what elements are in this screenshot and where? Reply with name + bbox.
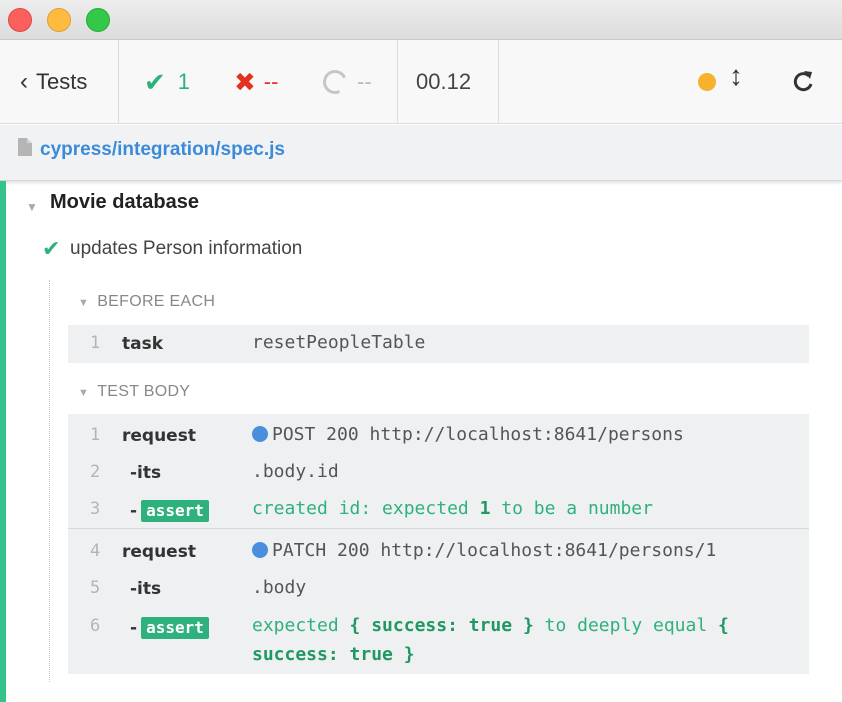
command-number: 5 [90,578,101,598]
command-row[interactable]: 5 -its .body [68,570,809,608]
command-number: 1 [90,333,101,353]
x-icon: ✖ [234,66,256,97]
command-row[interactable]: 1 task resetPeopleTable [68,325,809,363]
hook-test-body[interactable]: ▼ TEST BODY [78,383,190,401]
test-body-commands: 1 request POST 200 http://localhost:8641… [68,414,809,674]
divider [498,40,499,124]
hook-label: BEFORE EACH [97,293,216,310]
hook-before-each[interactable]: ▼ BEFORE EACH [78,293,215,311]
command-number: 3 [90,499,101,519]
command-row[interactable]: 6 - assert expected { success: true } to … [68,608,809,670]
back-to-tests-button[interactable]: ‹ Tests [20,40,87,124]
chevron-left-icon: ‹ [20,68,28,95]
command-name: request [122,542,196,562]
pending-value: -- [357,69,372,94]
rerun-icon[interactable] [788,62,818,102]
file-icon [18,138,32,156]
close-window-button[interactable] [8,8,32,32]
command-message: PATCH 200 http://localhost:8641/persons/… [252,540,716,561]
command-row[interactable]: 4 request PATCH 200 http://localhost:864… [68,533,809,571]
message-text: to be a number [490,498,653,519]
passed-count: ✔ 1 [144,40,190,124]
command-name: request [122,426,196,446]
test-indent-guide [49,280,50,682]
passed-state-bar [0,181,6,702]
command-name: task [122,334,164,354]
divider [68,528,809,529]
suite-title[interactable]: Movie database [50,191,199,214]
command-message: POST 200 http://localhost:8641/persons [252,424,684,445]
command-dash: - [130,618,138,638]
command-number: 2 [90,462,101,482]
message-text: expected [252,615,350,636]
check-icon: ✔ [144,66,166,97]
resize-arrows-icon[interactable]: ↕ [729,60,743,92]
before-each-commands: 1 task resetPeopleTable [68,325,809,363]
message-value: success: true } [252,644,415,665]
message-text: to deeply equal [533,615,719,636]
failed-count: ✖ -- [234,40,278,124]
request-message: POST 200 http://localhost:8641/persons [272,424,684,445]
command-message-continued: success: true } [252,644,415,665]
command-number: 6 [90,616,101,636]
command-name: - assert [130,500,209,522]
maximize-window-button[interactable] [86,8,110,32]
divider [118,40,119,124]
request-status-icon [252,426,268,442]
pending-spinner-icon [319,66,351,98]
pending-count: -- [319,40,372,124]
caret-down-icon: ▼ [78,297,90,309]
command-message: resetPeopleTable [252,332,426,353]
check-icon: ✔ [42,236,61,261]
command-row[interactable]: 2 -its .body.id [68,454,809,492]
failed-value: -- [263,69,279,94]
command-name: -its [130,463,162,483]
command-dash: - [130,501,138,521]
request-message: PATCH 200 http://localhost:8641/persons/… [272,540,717,561]
command-message: created id: expected 1 to be a number [252,498,653,519]
message-text: created id: expected [252,498,480,519]
command-number: 1 [90,425,101,445]
command-number: 4 [90,541,101,561]
reporter-header: ‹ Tests ✔ 1 ✖ -- -- 00.12 ↕ [0,40,842,124]
window-titlebar [0,0,842,40]
minimize-window-button[interactable] [47,8,71,32]
test-title[interactable]: updates Person information [70,238,302,260]
request-status-icon [252,542,268,558]
caret-down-icon[interactable]: ▼ [26,200,38,214]
duration-value: 00.12 [416,69,472,94]
duration: 00.12 [416,40,471,124]
assert-badge: assert [141,617,209,639]
back-label: Tests [36,69,88,94]
command-name: - assert [130,617,209,639]
passed-value: 1 [177,69,191,94]
command-message: expected { success: true } to deeply equ… [252,615,729,636]
command-row[interactable]: 3 - assert created id: expected 1 to be a… [68,491,809,529]
message-value: { [718,615,729,636]
message-value: { success: true } [349,615,534,636]
assert-badge: assert [141,500,209,522]
status-dot-icon [698,73,716,91]
divider [397,40,398,124]
message-value: 1 [479,498,491,519]
caret-down-icon: ▼ [78,387,90,399]
hook-label: TEST BODY [97,383,191,400]
spec-file-link[interactable]: cypress/integration/spec.js [40,139,285,161]
command-message: .body.id [252,461,339,482]
command-message: .body [252,577,307,598]
command-row[interactable]: 1 request POST 200 http://localhost:8641… [68,417,809,455]
command-name: -its [130,579,162,599]
